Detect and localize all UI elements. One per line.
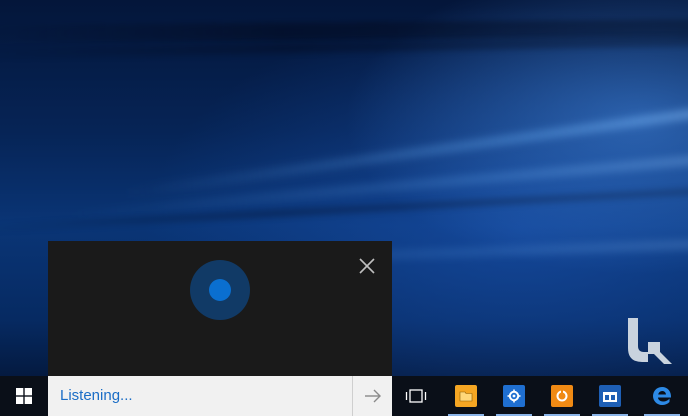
- windows-logo-icon: [16, 388, 32, 404]
- arrow-right-icon: [364, 389, 381, 403]
- edge-browser-icon: [653, 387, 672, 405]
- app-orange-icon: [551, 385, 573, 407]
- search-input[interactable]: Listening...: [48, 376, 392, 416]
- taskbar-app-settings[interactable]: [490, 376, 538, 416]
- taskbar-app-file-explorer[interactable]: [442, 376, 490, 416]
- watermark-logo-icon: [628, 318, 672, 364]
- taskbar-app-store[interactable]: [586, 376, 634, 416]
- cortana-orb-core: [209, 279, 231, 301]
- task-view-button[interactable]: [396, 376, 436, 416]
- taskbar-app-orange[interactable]: [538, 376, 586, 416]
- start-button[interactable]: [0, 376, 48, 416]
- search-submit-button[interactable]: [352, 376, 392, 416]
- cortana-orb-icon: [190, 260, 250, 320]
- taskbar-app-edge[interactable]: [638, 376, 686, 416]
- store-app-icon: [599, 385, 621, 407]
- taskbar: Listening...: [0, 376, 688, 416]
- search-status-text: Listening...: [60, 387, 133, 404]
- close-icon[interactable]: [356, 255, 378, 277]
- file-explorer-icon: [455, 385, 477, 407]
- task-view-icon: [405, 389, 427, 403]
- settings-icon: [503, 385, 525, 407]
